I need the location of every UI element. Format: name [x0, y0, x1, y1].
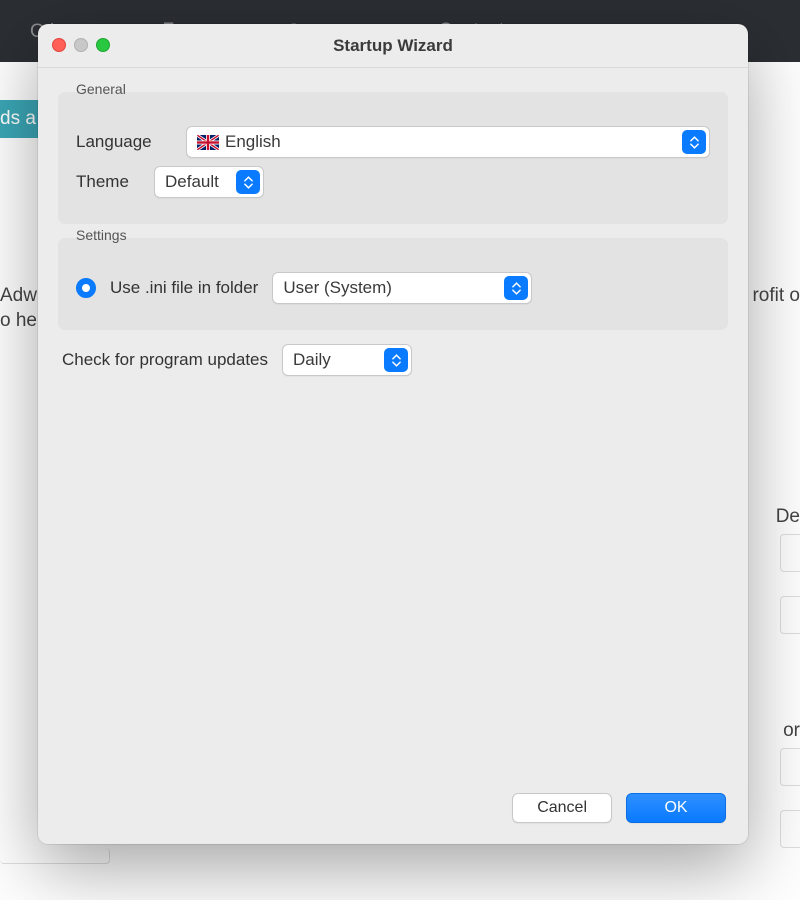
- bg-divider-fragment: [0, 848, 110, 864]
- updown-chevron-icon: [504, 276, 528, 300]
- group-title-general: General: [72, 81, 130, 97]
- bg-text-fragment: Adw: [0, 285, 37, 307]
- titlebar: Startup Wizard: [38, 24, 748, 68]
- startup-wizard-dialog: Startup Wizard General Language: [38, 24, 748, 844]
- language-value: English: [225, 132, 281, 152]
- bg-input-fragment: [780, 534, 800, 572]
- updown-chevron-icon: [384, 348, 408, 372]
- zoom-window-button[interactable]: [96, 38, 110, 52]
- updates-select[interactable]: Daily: [282, 344, 412, 376]
- ini-folder-radio-label: Use .ini file in folder: [110, 278, 258, 298]
- bg-text-fragment: rofit o: [752, 285, 800, 307]
- theme-label: Theme: [76, 172, 140, 192]
- group-title-settings: Settings: [72, 227, 131, 243]
- ini-location-value: User (System): [283, 278, 392, 298]
- bg-text-fragment: De: [776, 506, 800, 528]
- bg-teal-banner-fragment: ds a: [0, 100, 40, 138]
- ok-button[interactable]: OK: [626, 793, 726, 823]
- close-window-button[interactable]: [52, 38, 66, 52]
- bg-input-fragment: [780, 596, 800, 634]
- group-settings: Settings Use .ini file in folder User (S…: [58, 238, 728, 330]
- group-general: General Language: [58, 92, 728, 224]
- window-controls: [52, 38, 110, 52]
- ini-location-select[interactable]: User (System): [272, 272, 532, 304]
- updown-chevron-icon: [682, 130, 706, 154]
- theme-select[interactable]: Default: [154, 166, 264, 198]
- cancel-button[interactable]: Cancel: [512, 793, 612, 823]
- updown-chevron-icon: [236, 170, 260, 194]
- ini-folder-radio[interactable]: [76, 278, 96, 298]
- bg-input-fragment: [780, 810, 800, 848]
- language-label: Language: [76, 132, 172, 152]
- uk-flag-icon: [197, 135, 219, 150]
- updates-value: Daily: [293, 350, 331, 370]
- updates-label: Check for program updates: [62, 350, 268, 370]
- bg-text-fragment: or: [783, 720, 800, 742]
- dialog-title: Startup Wizard: [38, 36, 748, 56]
- bg-input-fragment: [780, 748, 800, 786]
- minimize-window-button[interactable]: [74, 38, 88, 52]
- bg-text-fragment: o he: [0, 310, 37, 332]
- language-select[interactable]: English: [186, 126, 710, 158]
- theme-value: Default: [165, 172, 219, 192]
